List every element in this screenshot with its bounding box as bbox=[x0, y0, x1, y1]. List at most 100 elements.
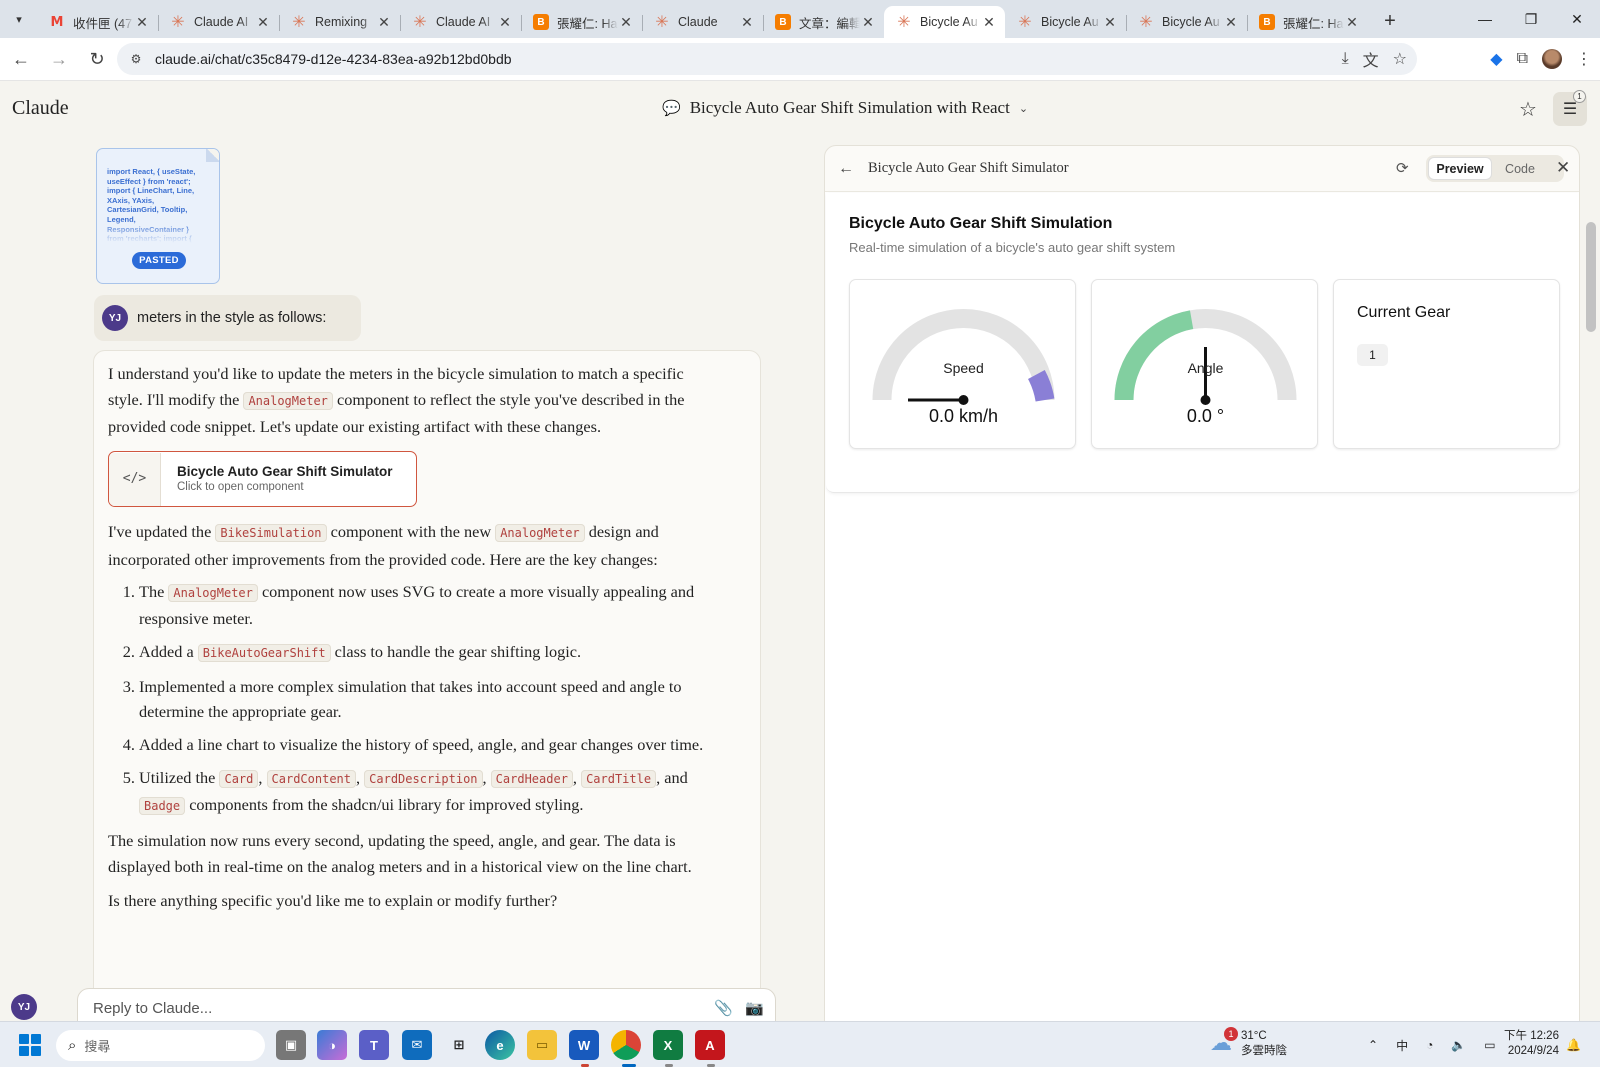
refresh-icon[interactable]: ⟳ bbox=[1396, 159, 1409, 177]
menu-kebab-icon[interactable]: ⋮ bbox=[1576, 49, 1592, 69]
ime-indicator[interactable]: 中 bbox=[1396, 1037, 1408, 1054]
star-icon[interactable]: ☆ bbox=[1519, 97, 1537, 122]
taskbar-search[interactable]: ⌕ 搜尋 bbox=[56, 1030, 265, 1061]
tab-close-icon[interactable]: ✕ bbox=[1344, 14, 1360, 31]
tab-code[interactable]: Code bbox=[1496, 157, 1544, 180]
claude-favicon-icon: ✳ bbox=[897, 14, 911, 31]
browser-tab[interactable]: ✳ Claude ✕ bbox=[642, 6, 763, 38]
reload-icon: ↻ bbox=[89, 48, 105, 69]
extensions-puzzle-icon[interactable]: ⧉ bbox=[1517, 50, 1528, 68]
tab-close-icon[interactable]: ✕ bbox=[618, 14, 634, 31]
weather-description: 多雲時陰 bbox=[1241, 1045, 1287, 1057]
back-button[interactable]: ← bbox=[4, 42, 38, 76]
simulation-title: Bicycle Auto Gear Shift Simulation bbox=[849, 215, 1113, 232]
browser-tab[interactable]: ✳ Bicycle Au ✕ bbox=[1126, 6, 1247, 38]
notification-bell-icon[interactable]: 🔔 bbox=[1566, 1022, 1581, 1067]
list-item: Utilized the Card, CardContent, CardDesc… bbox=[139, 765, 708, 820]
angle-value: 0.0 ° bbox=[1186, 406, 1225, 426]
page-scrollbar[interactable] bbox=[1586, 222, 1596, 332]
close-window-button[interactable]: ✕ bbox=[1554, 0, 1600, 38]
view-toggle: Preview Code bbox=[1426, 155, 1564, 182]
browser-tab[interactable]: ✳ Bicycle Au ✕ bbox=[1005, 6, 1126, 38]
file-explorer-icon[interactable]: ▭ bbox=[527, 1030, 557, 1060]
restore-button[interactable]: ❐ bbox=[1508, 0, 1554, 38]
changes-list: The AnalogMeter component now uses SVG t… bbox=[139, 579, 708, 821]
battery-icon[interactable]: ▭ bbox=[1484, 1038, 1495, 1052]
install-app-icon[interactable]: ⤓ bbox=[1342, 50, 1349, 68]
claude-logo[interactable]: Claude bbox=[12, 97, 69, 120]
gauge-pivot bbox=[958, 395, 969, 405]
tab-preview[interactable]: Preview bbox=[1428, 157, 1492, 180]
edge-icon[interactable]: e bbox=[485, 1030, 515, 1060]
inline-code: AnalogMeter bbox=[168, 583, 258, 602]
acrobat-icon[interactable]: A bbox=[695, 1030, 725, 1060]
browser-tab[interactable]: ✳ Claude AI ✕ bbox=[400, 6, 521, 38]
taskbar-search-placeholder: 搜尋 bbox=[84, 1039, 111, 1054]
assistant-paragraph: Is there anything specific you'd like me… bbox=[108, 890, 558, 910]
inline-code: Badge bbox=[139, 797, 186, 816]
tab-close-icon[interactable]: ✕ bbox=[739, 14, 755, 31]
browser-tab[interactable]: M 收件匣 (47 ✕ bbox=[37, 6, 158, 38]
chevron-up-icon[interactable]: ⌃ bbox=[1368, 1038, 1378, 1052]
tab-close-icon[interactable]: ✕ bbox=[376, 14, 392, 31]
user-message: YJ meters in the style as follows: bbox=[94, 295, 361, 341]
tab-close-icon[interactable]: ✕ bbox=[860, 14, 876, 31]
text-run: component with the new bbox=[326, 522, 496, 542]
address-bar[interactable]: ⚙ claude.ai/chat/c35c8479-d12e-4234-83ea… bbox=[117, 43, 1417, 75]
close-icon[interactable]: ✕ bbox=[1556, 158, 1570, 178]
excel-icon[interactable]: X bbox=[653, 1030, 683, 1060]
account-avatar[interactable]: YJ bbox=[11, 994, 37, 1020]
store-icon[interactable]: ⊞ bbox=[444, 1030, 474, 1060]
artifact-button-text: Bicycle Auto Gear Shift Simulator Click … bbox=[177, 463, 393, 495]
text-run: , bbox=[356, 767, 365, 787]
profile-avatar[interactable] bbox=[1542, 49, 1562, 69]
user-message-text: meters in the style as follows: bbox=[137, 310, 327, 326]
text-run: The bbox=[139, 581, 169, 601]
new-tab-button[interactable]: + bbox=[1376, 7, 1404, 35]
task-view-icon[interactable]: ▣ bbox=[276, 1030, 306, 1060]
wifi-icon[interactable]: ◔ bbox=[1426, 1038, 1433, 1052]
reply-input[interactable] bbox=[93, 999, 683, 1017]
blogger-favicon-icon: B bbox=[775, 14, 791, 30]
browser-tab[interactable]: ✳ Claude AI ✕ bbox=[158, 6, 279, 38]
tab-close-icon[interactable]: ✕ bbox=[1102, 14, 1118, 31]
tab-close-icon[interactable]: ✕ bbox=[255, 14, 271, 31]
browser-tab[interactable]: ✳ Remixing ✕ bbox=[279, 6, 400, 38]
browser-tab[interactable]: B 張耀仁: Ha ✕ bbox=[1247, 6, 1368, 38]
tab-title: 收件匣 (47 bbox=[73, 16, 133, 31]
clock[interactable]: 下午 12:26 2024/9/24 bbox=[1504, 1029, 1559, 1059]
blogger-favicon-icon: B bbox=[533, 14, 549, 30]
tab-close-icon[interactable]: ✕ bbox=[981, 14, 997, 31]
bookmark-star-icon[interactable]: ☆ bbox=[1393, 49, 1407, 69]
open-artifact-button[interactable]: </> Bicycle Auto Gear Shift Simulator Cl… bbox=[108, 451, 417, 508]
extension-diamond-icon[interactable]: ◆ bbox=[1490, 49, 1502, 69]
tab-close-icon[interactable]: ✕ bbox=[134, 14, 150, 31]
chat-title-button[interactable]: 💬 Bicycle Auto Gear Shift Simulation wit… bbox=[662, 98, 1028, 118]
camera-icon[interactable]: 📷 bbox=[745, 999, 764, 1017]
word-icon[interactable]: W bbox=[569, 1030, 599, 1060]
paperclip-icon[interactable]: 📎 bbox=[714, 999, 733, 1017]
chrome-icon[interactable] bbox=[611, 1030, 641, 1060]
mail-icon[interactable]: ✉ bbox=[402, 1030, 432, 1060]
minimize-button[interactable]: — bbox=[1462, 0, 1508, 38]
url-text[interactable]: claude.ai/chat/c35c8479-d12e-4234-83ea-a… bbox=[155, 51, 512, 67]
tab-search-button[interactable]: ▾ bbox=[7, 7, 31, 31]
teams-icon[interactable]: T bbox=[359, 1030, 389, 1060]
pasted-content-card[interactable]: import React, { useState, useEffect } fr… bbox=[96, 148, 220, 284]
copilot-icon[interactable]: ◑ bbox=[317, 1030, 347, 1060]
browser-tab[interactable]: B 文章：編輯 ✕ bbox=[763, 6, 884, 38]
browser-tab[interactable]: B 張耀仁: Ha ✕ bbox=[521, 6, 642, 38]
translate-icon[interactable]: 文 bbox=[1363, 47, 1379, 71]
tab-close-icon[interactable]: ✕ bbox=[497, 14, 513, 31]
windows-start-button[interactable] bbox=[19, 1034, 41, 1056]
clock-date: 2024/9/24 bbox=[1507, 1045, 1559, 1057]
user-avatar: YJ bbox=[102, 305, 128, 331]
reload-button[interactable]: ↻ bbox=[80, 42, 114, 76]
tab-close-icon[interactable]: ✕ bbox=[1223, 14, 1239, 31]
site-info-icon[interactable]: ⚙ bbox=[125, 48, 147, 70]
plus-icon: + bbox=[1384, 9, 1396, 32]
volume-icon[interactable]: 🔈 bbox=[1451, 1038, 1466, 1052]
back-arrow-icon[interactable]: ← bbox=[838, 160, 858, 178]
browser-tab[interactable]: ✳ Bicycle Au ✕ bbox=[884, 6, 1005, 38]
forward-button[interactable]: → bbox=[42, 42, 76, 76]
